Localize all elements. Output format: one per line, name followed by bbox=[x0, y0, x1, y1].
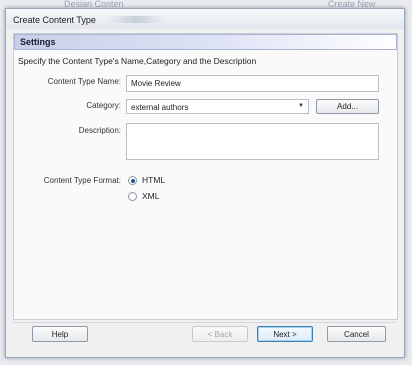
format-html-label[interactable]: HTML bbox=[142, 175, 165, 185]
content-type-name-label: Content Type Name: bbox=[47, 77, 121, 86]
category-selected-value: external authors bbox=[131, 103, 189, 112]
content-type-format-label: Content Type Format: bbox=[43, 176, 121, 185]
format-xml-radio[interactable] bbox=[128, 192, 137, 201]
add-category-button[interactable]: Add... bbox=[316, 99, 379, 114]
chevron-down-icon[interactable]: ▼ bbox=[298, 103, 304, 109]
footer-divider bbox=[13, 322, 396, 323]
cancel-button[interactable]: Cancel bbox=[327, 326, 386, 342]
next-button[interactable]: Next > bbox=[257, 326, 313, 342]
title-blurred-region bbox=[108, 16, 164, 23]
back-button[interactable]: < Back bbox=[192, 326, 248, 342]
create-content-type-dialog: Create Content Type Settings Specify the… bbox=[5, 8, 405, 358]
intro-text: Specify the Content Type's Name,Category… bbox=[18, 56, 257, 66]
category-label: Category: bbox=[86, 101, 121, 110]
format-xml-label[interactable]: XML bbox=[142, 191, 159, 201]
description-label: Description: bbox=[78, 126, 121, 135]
background-window-text-right: Create New bbox=[328, 0, 376, 7]
settings-section-header: Settings bbox=[14, 34, 397, 50]
dialog-titlebar[interactable]: Create Content Type bbox=[6, 9, 404, 29]
background-window-text-left: Desian Conten bbox=[64, 0, 124, 7]
description-textarea[interactable] bbox=[126, 123, 379, 160]
settings-panel: Settings Specify the Content Type's Name… bbox=[13, 33, 398, 320]
content-type-name-input[interactable]: Movie Review bbox=[126, 75, 379, 92]
help-button[interactable]: Help bbox=[32, 326, 88, 342]
format-html-radio[interactable] bbox=[128, 176, 137, 185]
dialog-title: Create Content Type bbox=[13, 15, 96, 25]
category-select[interactable]: external authors ▼ bbox=[126, 99, 309, 114]
